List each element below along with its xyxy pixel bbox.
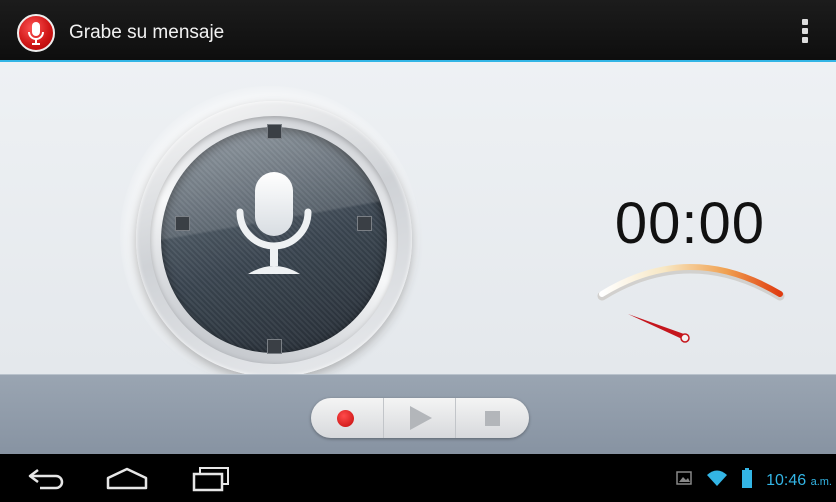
wifi-icon [706,469,728,492]
back-icon[interactable] [26,466,66,495]
dial-tick-bottom [267,339,282,354]
action-bar: Grabe su mensaje [0,0,836,62]
status-area: 10:46 a.m. [676,468,832,493]
system-navigation-bar: 10:46 a.m. [0,454,836,502]
stop-button[interactable] [455,398,527,438]
playback-controls [311,398,529,438]
battery-icon [742,468,753,493]
status-clock: 10:46 a.m. [766,472,832,490]
clock-time: 10:46 [766,471,807,489]
page-title: Grabe su mensaje [69,22,225,43]
record-icon [337,410,354,427]
clock-ampm: a.m. [810,475,832,488]
vu-meter-icon [590,252,790,349]
overflow-menu-icon[interactable] [800,19,810,45]
recording-timer: 00:00 [614,191,766,256]
dial-tick-top [267,124,282,139]
home-icon[interactable] [105,466,149,495]
microphone-icon[interactable] [17,14,55,52]
dial-tick-left [175,216,190,231]
microphone-icon [226,168,322,285]
recent-apps-icon[interactable] [190,466,230,497]
record-button[interactable] [311,398,383,438]
dial-tick-right [357,216,372,231]
stop-icon [485,411,500,426]
play-icon [410,406,432,430]
gallery-icon [676,470,692,491]
play-button[interactable] [383,398,455,438]
